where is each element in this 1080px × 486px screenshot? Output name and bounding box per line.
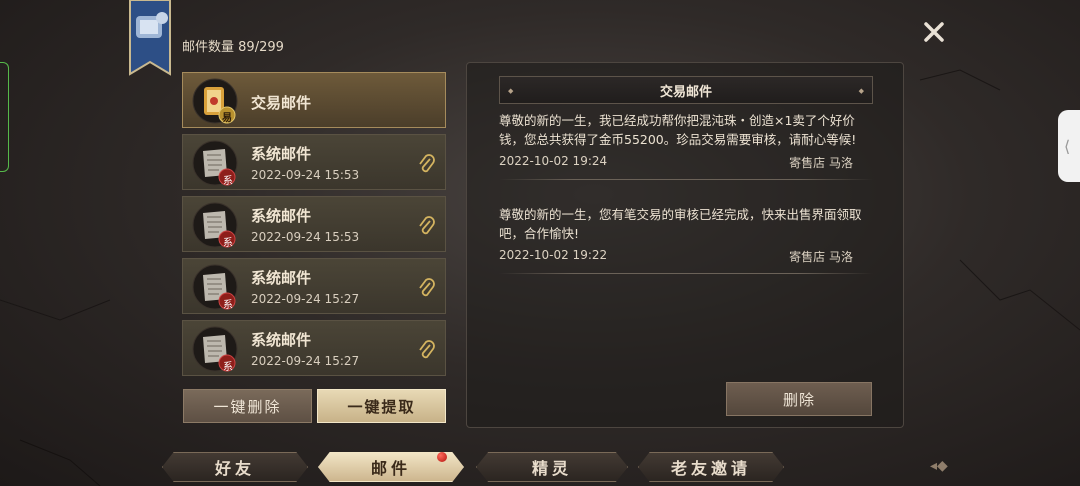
mail-date: 2022-09-24 15:53 <box>251 168 360 182</box>
collect-all-button[interactable]: 一键提取 <box>317 389 446 423</box>
message-date: 2022-10-02 19:22 <box>499 248 608 262</box>
mail-title: 系统邮件 <box>251 145 312 163</box>
tab-invite-friends[interactable]: 老友邀请 <box>638 452 784 482</box>
mail-date: 2022-09-24 15:53 <box>251 230 360 244</box>
tab-bar-ornament-icon: ◂◆ <box>930 458 948 474</box>
message-text: 尊敬的新的一生，您有笔交易的审核已经完成，快来出售界面领取吧，合作愉快! <box>499 207 862 241</box>
ornament-icon: ◆ <box>858 86 864 95</box>
close-icon <box>924 22 944 42</box>
mail-badge: 系 <box>223 176 233 187</box>
attachment-icon <box>419 278 435 297</box>
mail-count-label: 邮件数量 <box>182 40 235 55</box>
bottom-tab-bar: 好友 邮件 精灵 老友邀请 <box>120 450 960 486</box>
mail-title: 系统邮件 <box>251 331 312 349</box>
mail-item-trade[interactable]: 易 交易邮件 <box>182 72 446 128</box>
message-entry: 尊敬的新的一生，您有笔交易的审核已经完成，快来出售界面领取吧，合作愉快! 202… <box>499 205 873 274</box>
mail-count-value: 89/299 <box>238 40 284 55</box>
message-sender: 寄售店 马洛 <box>789 156 853 170</box>
message-date: 2022-10-02 19:24 <box>499 154 608 168</box>
mail-date: 2022-09-24 15:27 <box>251 292 360 306</box>
mail-item-system[interactable]: 系 系统邮件 2022-09-24 15:53 <box>182 134 446 190</box>
edge-handle <box>0 62 9 172</box>
divider <box>499 273 873 274</box>
mail-badge: 系 <box>223 362 233 373</box>
attachment-icon <box>419 154 435 173</box>
close-button[interactable] <box>918 16 950 48</box>
mail-title: 交易邮件 <box>251 94 312 112</box>
message-text: 尊敬的新的一生，我已经成功帮你把混沌珠・创造×1卖了个好价钱，您总共获得了金币5… <box>499 113 857 147</box>
mail-badge: 系 <box>223 300 233 311</box>
notification-dot <box>437 452 447 462</box>
mail-count: 邮件数量 89/299 <box>182 36 284 55</box>
mail-detail-panel: ◆ 交易邮件 ◆ 尊敬的新的一生，我已经成功帮你把混沌珠・创造×1卖了个好价钱，… <box>466 62 904 428</box>
mail-date: 2022-09-24 15:27 <box>251 354 360 368</box>
delete-button[interactable]: 删除 <box>726 382 872 416</box>
chevron-left-icon: ⟨ <box>1064 136 1071 156</box>
detail-header: ◆ 交易邮件 ◆ <box>499 76 873 104</box>
attachment-icon <box>419 340 435 359</box>
detail-title: 交易邮件 <box>659 84 712 100</box>
tab-friends[interactable]: 好友 <box>162 452 308 482</box>
mail-banner-icon <box>129 0 171 76</box>
side-collapse-tab[interactable]: ⟨ <box>1058 110 1080 182</box>
divider <box>499 179 873 180</box>
ornament-icon: ◆ <box>508 86 514 95</box>
tab-spirit[interactable]: 精灵 <box>476 452 628 482</box>
mail-item-system[interactable]: 系 系统邮件 2022-09-24 15:53 <box>182 196 446 252</box>
mail-badge: 系 <box>223 238 233 249</box>
mail-title: 系统邮件 <box>251 269 312 287</box>
attachment-icon <box>419 216 435 235</box>
delete-all-button[interactable]: 一键删除 <box>183 389 312 423</box>
mail-item-system[interactable]: 系 系统邮件 2022-09-24 15:27 <box>182 258 446 314</box>
mail-badge: 易 <box>222 113 232 124</box>
mail-item-system[interactable]: 系 系统邮件 2022-09-24 15:27 <box>182 320 446 376</box>
mail-title: 系统邮件 <box>251 207 312 225</box>
mail-list: 易 交易邮件 系 系统邮件 2022-09-24 15:53 系 系统邮件 20… <box>182 72 446 382</box>
message-entry: 尊敬的新的一生，我已经成功帮你把混沌珠・创造×1卖了个好价钱，您总共获得了金币5… <box>499 111 873 180</box>
message-sender: 寄售店 马洛 <box>789 250 853 264</box>
